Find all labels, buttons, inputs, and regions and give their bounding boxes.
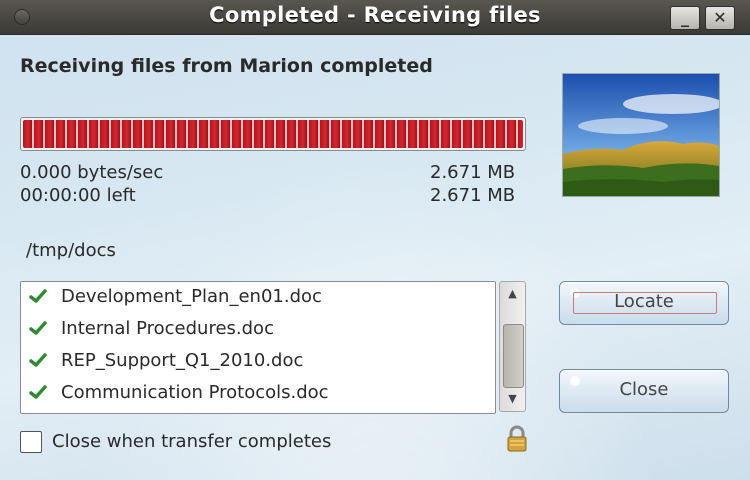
chevron-up-icon[interactable]: ▲: [500, 284, 525, 304]
chevron-down-icon[interactable]: ▼: [500, 389, 525, 409]
file-name: Development_Plan_en01.doc: [61, 286, 322, 307]
time-left: 00:00:00 left: [20, 185, 136, 206]
close-button-label: Close: [619, 379, 669, 400]
progress-fill: [23, 120, 523, 148]
check-icon: [29, 353, 47, 367]
total-size: 2.671 MB: [430, 185, 516, 206]
file-name: REP_Support_Q1_2010.doc: [61, 350, 304, 371]
file-list-scrollbar[interactable]: ▲ ▼: [499, 281, 526, 412]
title-bar[interactable]: Completed - Receiving files _ ✕: [0, 0, 750, 35]
dialog-body: Receiving files from Marion completed 0.…: [0, 35, 750, 480]
transfer-speed: 0.000 bytes/sec: [20, 162, 164, 183]
transferred-size: 2.671 MB: [430, 162, 516, 183]
transfer-window: Completed - Receiving files _ ✕ Receivin…: [0, 0, 750, 480]
locate-button[interactable]: Locate: [559, 281, 729, 325]
window-close-button[interactable]: ✕: [705, 6, 735, 30]
check-icon: [29, 321, 47, 335]
transfer-progress-bar: [20, 117, 526, 151]
close-when-complete-label[interactable]: Close when transfer completes: [52, 431, 331, 452]
list-item[interactable]: Communication Protocols.doc: [21, 378, 491, 410]
list-item[interactable]: REP_Support_Q1_2010.doc: [21, 346, 491, 378]
window-title: Completed - Receiving files: [209, 3, 541, 27]
check-icon: [29, 385, 47, 399]
file-name: Internal Procedures.doc: [61, 318, 274, 339]
destination-folder: /tmp/docs: [26, 240, 116, 261]
check-icon: [29, 289, 47, 303]
close-button[interactable]: Close: [559, 369, 729, 413]
list-item[interactable]: Development_Plan_en01.doc: [21, 282, 491, 314]
locate-button-label: Locate: [614, 291, 674, 312]
file-list[interactable]: Development_Plan_en01.doc Internal Proce…: [20, 281, 496, 414]
list-item[interactable]: Internal Procedures.doc: [21, 314, 491, 346]
scrollbar-thumb[interactable]: [503, 324, 524, 388]
status-heading: Receiving files from Marion completed: [20, 55, 433, 77]
file-preview-image: [562, 73, 720, 197]
minimize-button[interactable]: _: [670, 6, 700, 30]
file-name: Communication Protocols.doc: [61, 382, 329, 403]
lock-icon: [507, 425, 527, 452]
close-when-complete-checkbox[interactable]: [20, 431, 42, 453]
